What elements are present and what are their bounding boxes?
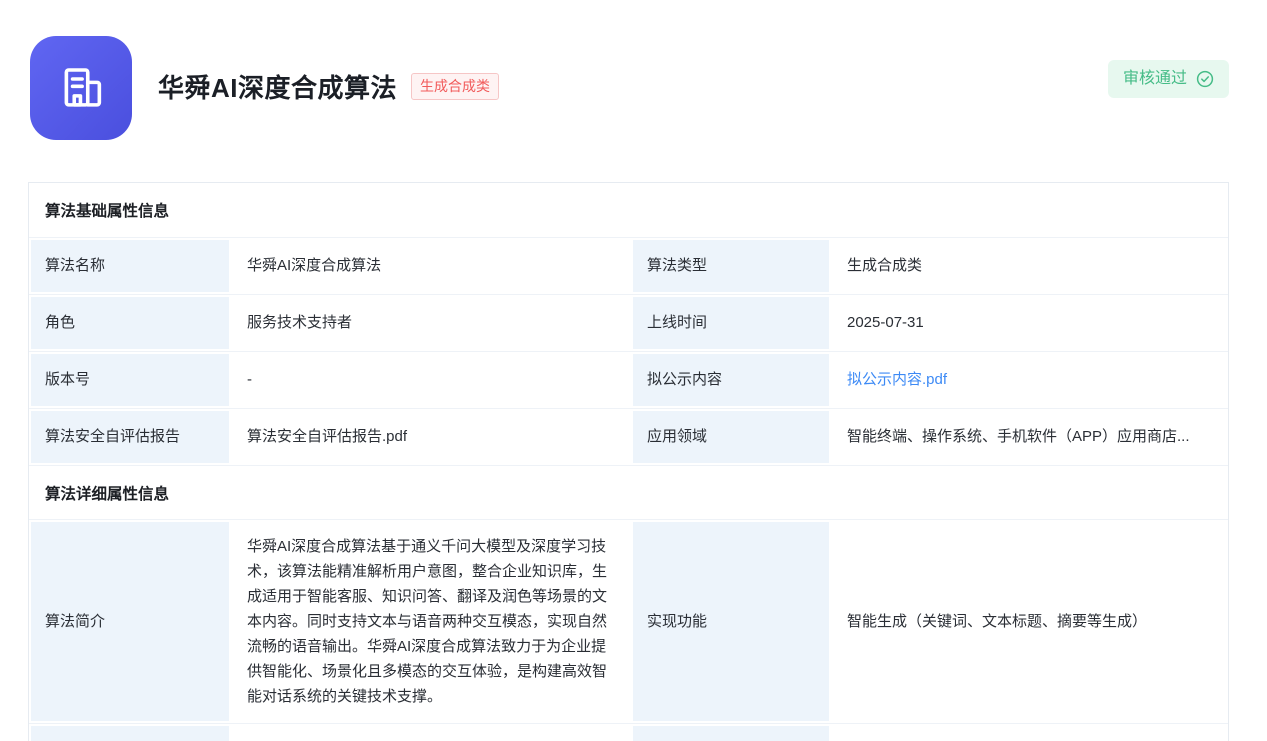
table-row: 算法安全自评估报告 算法安全自评估报告.pdf 应用领域 智能终端、操作系统、手… — [29, 408, 1228, 465]
section-title-basic: 算法基础属性信息 — [29, 183, 1228, 237]
field-value: 算法安全自评估报告.pdf — [231, 409, 631, 465]
field-label: 拟公示内容 — [631, 352, 831, 408]
section-title-detail: 算法详细属性信息 — [29, 465, 1228, 519]
field-label — [631, 724, 831, 741]
field-label: 算法简介 — [29, 520, 231, 723]
algorithm-info-table: 算法基础属性信息 算法名称 华舜AI深度合成算法 算法类型 生成合成类 角色 服… — [28, 182, 1229, 741]
field-value: 智能生成（关键词、文本标题、摘要等生成） — [831, 520, 1228, 723]
table-row: 算法名称 华舜AI深度合成算法 算法类型 生成合成类 — [29, 237, 1228, 294]
field-label: 算法安全自评估报告 — [29, 409, 231, 465]
field-value: 华舜AI深度合成算法 — [231, 238, 631, 294]
field-label: 算法类型 — [631, 238, 831, 294]
category-tag: 生成合成类 — [411, 73, 499, 99]
field-value: 服务技术支持者 — [231, 295, 631, 351]
field-value: 华舜AI深度合成算法基于通义千问大模型及深度学习技术，该算法能精准解析用户意图，… — [231, 520, 631, 723]
page-header: 华舜AI深度合成算法 生成合成类 审核通过 — [0, 0, 1267, 140]
table-row: 角色 服务技术支持者 上线时间 2025-07-31 — [29, 294, 1228, 351]
field-value: 2025-07-31 — [831, 295, 1228, 351]
table-row-partial — [29, 723, 1228, 741]
check-circle-icon — [1196, 70, 1214, 88]
field-value: - — [231, 352, 631, 408]
field-value — [231, 724, 631, 741]
page-title: 华舜AI深度合成算法 — [158, 68, 397, 105]
field-label: 算法名称 — [29, 238, 231, 294]
field-value: 拟公示内容.pdf — [831, 352, 1228, 408]
field-label: 上线时间 — [631, 295, 831, 351]
field-label: 应用领域 — [631, 409, 831, 465]
field-value: 生成合成类 — [831, 238, 1228, 294]
title-block: 华舜AI深度合成算法 生成合成类 — [158, 68, 499, 105]
field-value — [831, 724, 1228, 741]
building-icon — [54, 61, 108, 115]
field-label — [29, 724, 231, 741]
status-badge-label: 审核通过 — [1123, 68, 1187, 90]
table-row: 算法简介 华舜AI深度合成算法基于通义千问大模型及深度学习技术，该算法能精准解析… — [29, 519, 1228, 723]
public-content-pdf-link[interactable]: 拟公示内容.pdf — [847, 369, 947, 391]
field-label: 角色 — [29, 295, 231, 351]
table-row: 版本号 - 拟公示内容 拟公示内容.pdf — [29, 351, 1228, 408]
field-label: 版本号 — [29, 352, 231, 408]
algorithm-detail-page: 华舜AI深度合成算法 生成合成类 审核通过 算法基础属性信息 算法名称 华舜AI… — [0, 0, 1267, 741]
field-label: 实现功能 — [631, 520, 831, 723]
status-badge: 审核通过 — [1108, 60, 1229, 98]
app-logo — [30, 36, 132, 140]
field-value: 智能终端、操作系统、手机软件（APP）应用商店... — [831, 409, 1228, 465]
